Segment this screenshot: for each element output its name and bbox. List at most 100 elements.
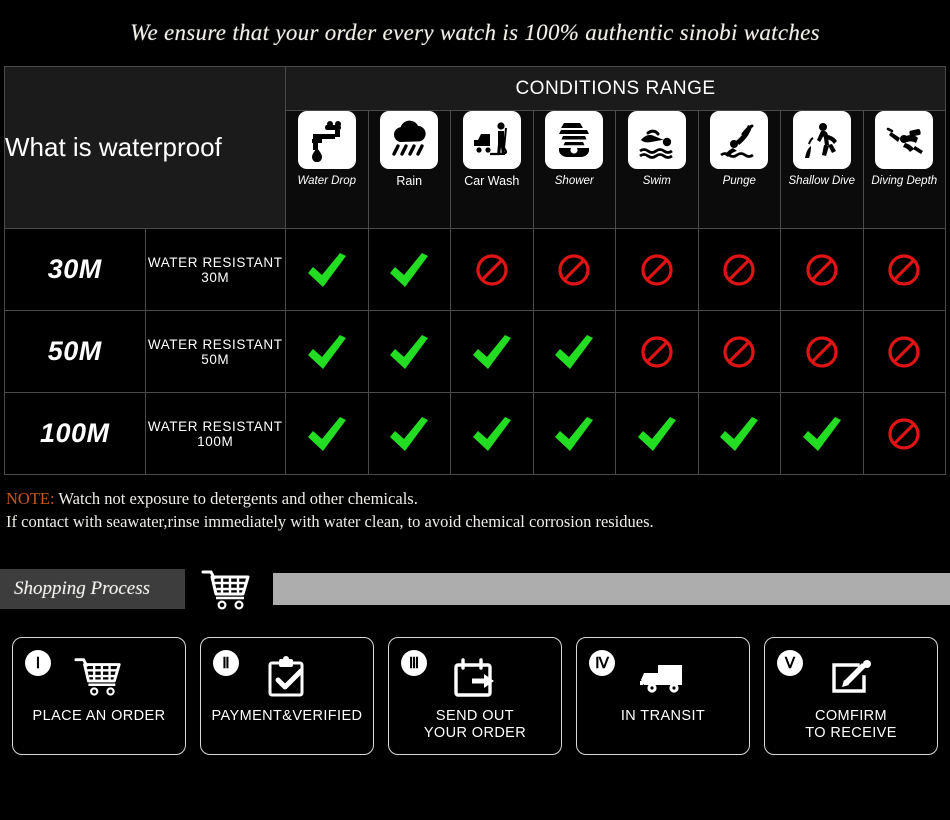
check-icon (555, 416, 594, 451)
check-icon (307, 416, 346, 451)
cart-icon (74, 650, 124, 706)
check-icon (286, 411, 368, 457)
note-line-1-text: Watch not exposure to detergents and oth… (54, 489, 418, 508)
condition-column-rain: Rain (367, 110, 451, 229)
shopping-process-bar: Shopping Process (0, 569, 950, 615)
check-icon (451, 411, 533, 457)
process-step-3[interactable]: Ⅲ SEND OUT YOUR ORDER (388, 637, 562, 755)
deny-icon (864, 252, 946, 288)
note-line-1: NOTE: Watch not exposure to detergents a… (6, 487, 950, 510)
process-step-4[interactable]: Ⅳ IN TRANSIT (576, 637, 750, 755)
check-icon (699, 411, 781, 457)
step-label: PAYMENT&VERIFIED (211, 708, 363, 724)
check-icon (390, 252, 429, 287)
step-label: PLACE AN ORDER (32, 708, 166, 724)
table-header-row: What is waterproof CONDITIONS RANGE (4, 66, 946, 229)
step-label: COMFIRM TO RECEIVE (805, 708, 897, 741)
check-icon (307, 334, 346, 369)
check-cell (285, 392, 369, 475)
check-cell (780, 392, 864, 475)
waterproof-table: What is waterproof CONDITIONS RANGE Wate… (4, 66, 946, 475)
deny-icon (781, 334, 863, 370)
step-numeral: Ⅳ (589, 650, 615, 676)
check-icon (390, 416, 429, 451)
note-keyword: NOTE: (6, 489, 55, 508)
condition-label: Water Drop (297, 175, 357, 187)
deny-icon (864, 416, 946, 452)
check-icon (451, 329, 533, 375)
check-icon (369, 411, 451, 457)
check-icon (781, 411, 863, 457)
deny-cell (450, 228, 534, 311)
check-icon (472, 416, 511, 451)
check-icon (534, 411, 616, 457)
step-label: SEND OUT YOUR ORDER (423, 708, 527, 741)
condition-label: Shower (554, 175, 594, 187)
deny-icon (476, 253, 508, 286)
deny-icon (723, 253, 755, 286)
deny-icon (781, 252, 863, 288)
check-cell (367, 310, 451, 393)
step-numeral: Ⅲ (401, 650, 427, 676)
note-line-2: If contact with seawater,rinse immediate… (6, 512, 654, 531)
deny-cell (697, 310, 781, 393)
check-cell (367, 392, 451, 475)
water-resistance-label: WATER RESISTANT 30M (144, 228, 286, 311)
check-icon (534, 329, 616, 375)
check-icon (720, 416, 759, 451)
condition-column-car-wash: Car Wash (450, 110, 534, 229)
condition-label: Diving Depth (871, 175, 938, 187)
check-icon (472, 334, 511, 369)
deny-icon (864, 334, 946, 370)
deny-icon (699, 334, 781, 370)
check-cell (450, 310, 534, 393)
process-step-2[interactable]: Ⅱ PAYMENT&VERIFIED (200, 637, 374, 755)
deny-cell (862, 310, 946, 393)
deny-icon (534, 252, 616, 288)
deny-cell (780, 228, 864, 311)
depth-label: 100M (4, 392, 146, 475)
deny-icon (888, 335, 920, 368)
shopping-cart-icon (196, 563, 258, 619)
check-icon (307, 252, 346, 287)
clipboard-check-icon (263, 650, 311, 706)
check-cell (285, 228, 369, 311)
deny-icon (806, 335, 838, 368)
condition-column-punge: Punge (697, 110, 781, 229)
check-icon (555, 334, 594, 369)
waterproof-infographic: We ensure that your order every watch is… (0, 0, 950, 820)
check-icon (369, 247, 451, 293)
shower-icon (545, 111, 604, 169)
process-step-5[interactable]: Ⅴ COMFIRM TO RECEIVE (764, 637, 938, 755)
swimmer-icon (627, 111, 686, 169)
page-headline: We ensure that your order every watch is… (130, 20, 820, 45)
step-numeral: Ⅴ (777, 650, 803, 676)
step-numeral: Ⅱ (213, 650, 239, 676)
condition-column-water-drop: Water Drop (285, 110, 369, 229)
check-icon (802, 416, 841, 451)
check-icon (286, 247, 368, 293)
note-pencil-icon (826, 650, 876, 706)
scuba-diver-icon (875, 111, 934, 169)
check-icon (390, 334, 429, 369)
step-numeral: Ⅰ (25, 650, 51, 676)
deny-icon (616, 252, 698, 288)
condition-label: Swim (642, 175, 671, 187)
deny-icon (888, 417, 920, 450)
deny-icon (451, 252, 533, 288)
deny-icon (641, 253, 673, 286)
condition-label: Shallow Dive (788, 175, 855, 187)
deny-icon (616, 334, 698, 370)
conditions-range-header: CONDITIONS RANGE (285, 66, 946, 111)
condition-label: Car Wash (464, 174, 520, 188)
deny-cell (615, 310, 699, 393)
check-cell (615, 392, 699, 475)
check-cell (285, 310, 369, 393)
deny-icon (558, 253, 590, 286)
process-steps: Ⅰ PLACE AN ORDER Ⅱ PAYMENT&VERIFIED Ⅲ SEND… (0, 637, 950, 755)
condition-label: Rain (396, 174, 423, 188)
deny-icon (723, 335, 755, 368)
check-cell (532, 310, 616, 393)
check-icon (616, 411, 698, 457)
process-step-1[interactable]: Ⅰ PLACE AN ORDER (12, 637, 186, 755)
